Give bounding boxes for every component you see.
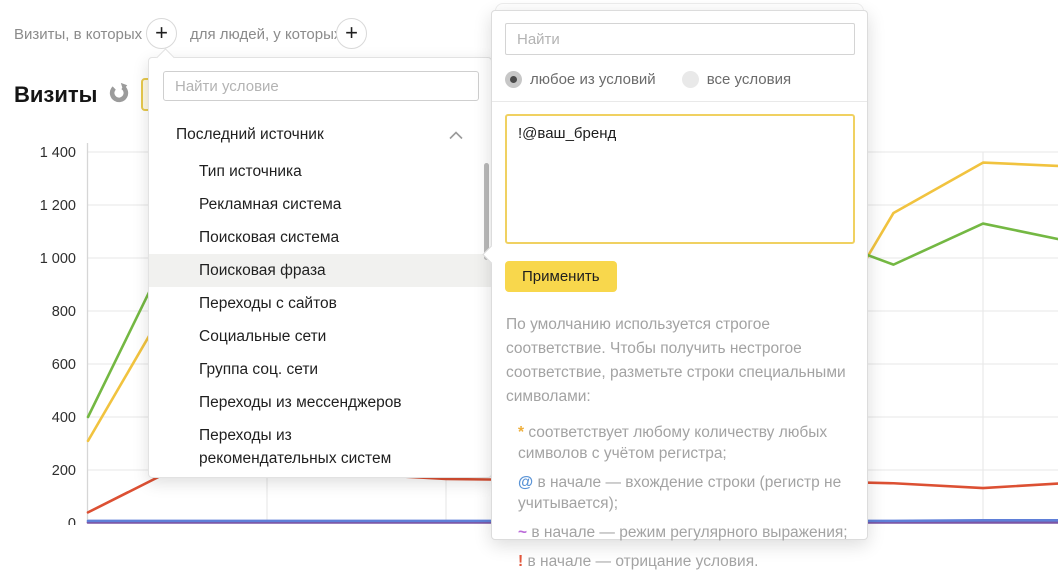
apply-button[interactable]: Применить: [505, 261, 617, 292]
rule-text: в начале — режим регулярного выражения;: [531, 524, 847, 541]
dropdown-item-search-engine[interactable]: Поисковая система: [149, 221, 491, 254]
plus-icon: +: [155, 22, 168, 44]
svg-text:1 400: 1 400: [40, 145, 76, 161]
rule-text: в начале — вхождение строки (регистр не …: [518, 474, 841, 512]
svg-text:200: 200: [52, 463, 76, 479]
dropdown-item-ad-system[interactable]: Рекламная система: [149, 188, 491, 221]
dropdown-item-site-referrals[interactable]: Переходы с сайтов: [149, 287, 491, 320]
radio-any-condition[interactable]: любое из условий: [505, 71, 656, 88]
condition-search-input[interactable]: [163, 71, 479, 101]
svg-text:400: 400: [52, 410, 76, 426]
help-intro: По умолчанию используется строгое соотве…: [506, 313, 851, 409]
plus-icon: +: [345, 22, 358, 44]
divider: [492, 101, 867, 102]
radio-circle: [682, 71, 699, 88]
radio-any-label: любое из условий: [530, 71, 656, 88]
radio-all-conditions[interactable]: все условия: [682, 71, 791, 88]
visits-condition-label: Визиты, в которых: [14, 26, 142, 43]
dropdown-item-search-phrase[interactable]: Поисковая фраза: [149, 254, 491, 287]
people-condition-label: для людей, у которых: [190, 26, 341, 43]
page-title: Визиты: [14, 82, 97, 108]
rule-text: соответствует любому количеству любых си…: [518, 424, 827, 462]
dropdown-group-last-source[interactable]: Последний источник: [149, 115, 491, 155]
condition-dropdown: Последний источник Тип источника Рекламн…: [148, 57, 492, 478]
add-people-condition-button[interactable]: +: [336, 18, 367, 49]
rule-text: в начале — отрицание условия.: [527, 553, 758, 570]
dropdown-item-messenger-referrals[interactable]: Переходы из мессенджеров: [149, 386, 491, 419]
dropdown-item-recommendation-referrals[interactable]: Переходы из рекомендательных систем: [149, 419, 491, 475]
rule-tilde: ~ в начале — режим регулярного выражения…: [518, 522, 851, 543]
svg-text:600: 600: [52, 357, 76, 373]
dropdown-item-social-group[interactable]: Группа соц. сети: [149, 353, 491, 386]
radio-all-label: все условия: [707, 71, 791, 88]
svg-text:0: 0: [68, 516, 76, 525]
radio-circle: [505, 71, 522, 88]
match-mode-radios: любое из условий все условия: [505, 68, 854, 90]
phrase-textarea[interactable]: !@ваш_бренд: [505, 114, 855, 244]
dropdown-item-source-type[interactable]: Тип источника: [149, 155, 491, 188]
phrase-search-input[interactable]: [505, 23, 855, 55]
svg-text:800: 800: [52, 304, 76, 320]
tilde-symbol: ~: [518, 524, 527, 541]
group-label: Последний источник: [176, 126, 324, 143]
dropdown-scrollbar[interactable]: [484, 163, 489, 260]
syntax-rules: * соответствует любому количеству любых …: [518, 422, 851, 572]
svg-text:1 200: 1 200: [40, 198, 76, 214]
exclamation-symbol: !: [518, 553, 523, 570]
chevron-up-icon: [449, 131, 463, 140]
refresh-icon[interactable]: [108, 82, 130, 104]
search-phrase-panel: любое из условий все условия !@ваш_бренд…: [491, 10, 868, 540]
svg-text:1 000: 1 000: [40, 251, 76, 267]
dropdown-item-social-networks[interactable]: Социальные сети: [149, 320, 491, 353]
rule-at: @ в начале — вхождение строки (регистр н…: [518, 472, 851, 514]
add-visit-condition-button[interactable]: +: [146, 18, 177, 49]
rule-asterisk: * соответствует любому количеству любых …: [518, 422, 851, 464]
asterisk-symbol: *: [518, 424, 524, 441]
rule-exclamation: ! в начале — отрицание условия.: [518, 551, 851, 572]
at-symbol: @: [518, 474, 533, 491]
